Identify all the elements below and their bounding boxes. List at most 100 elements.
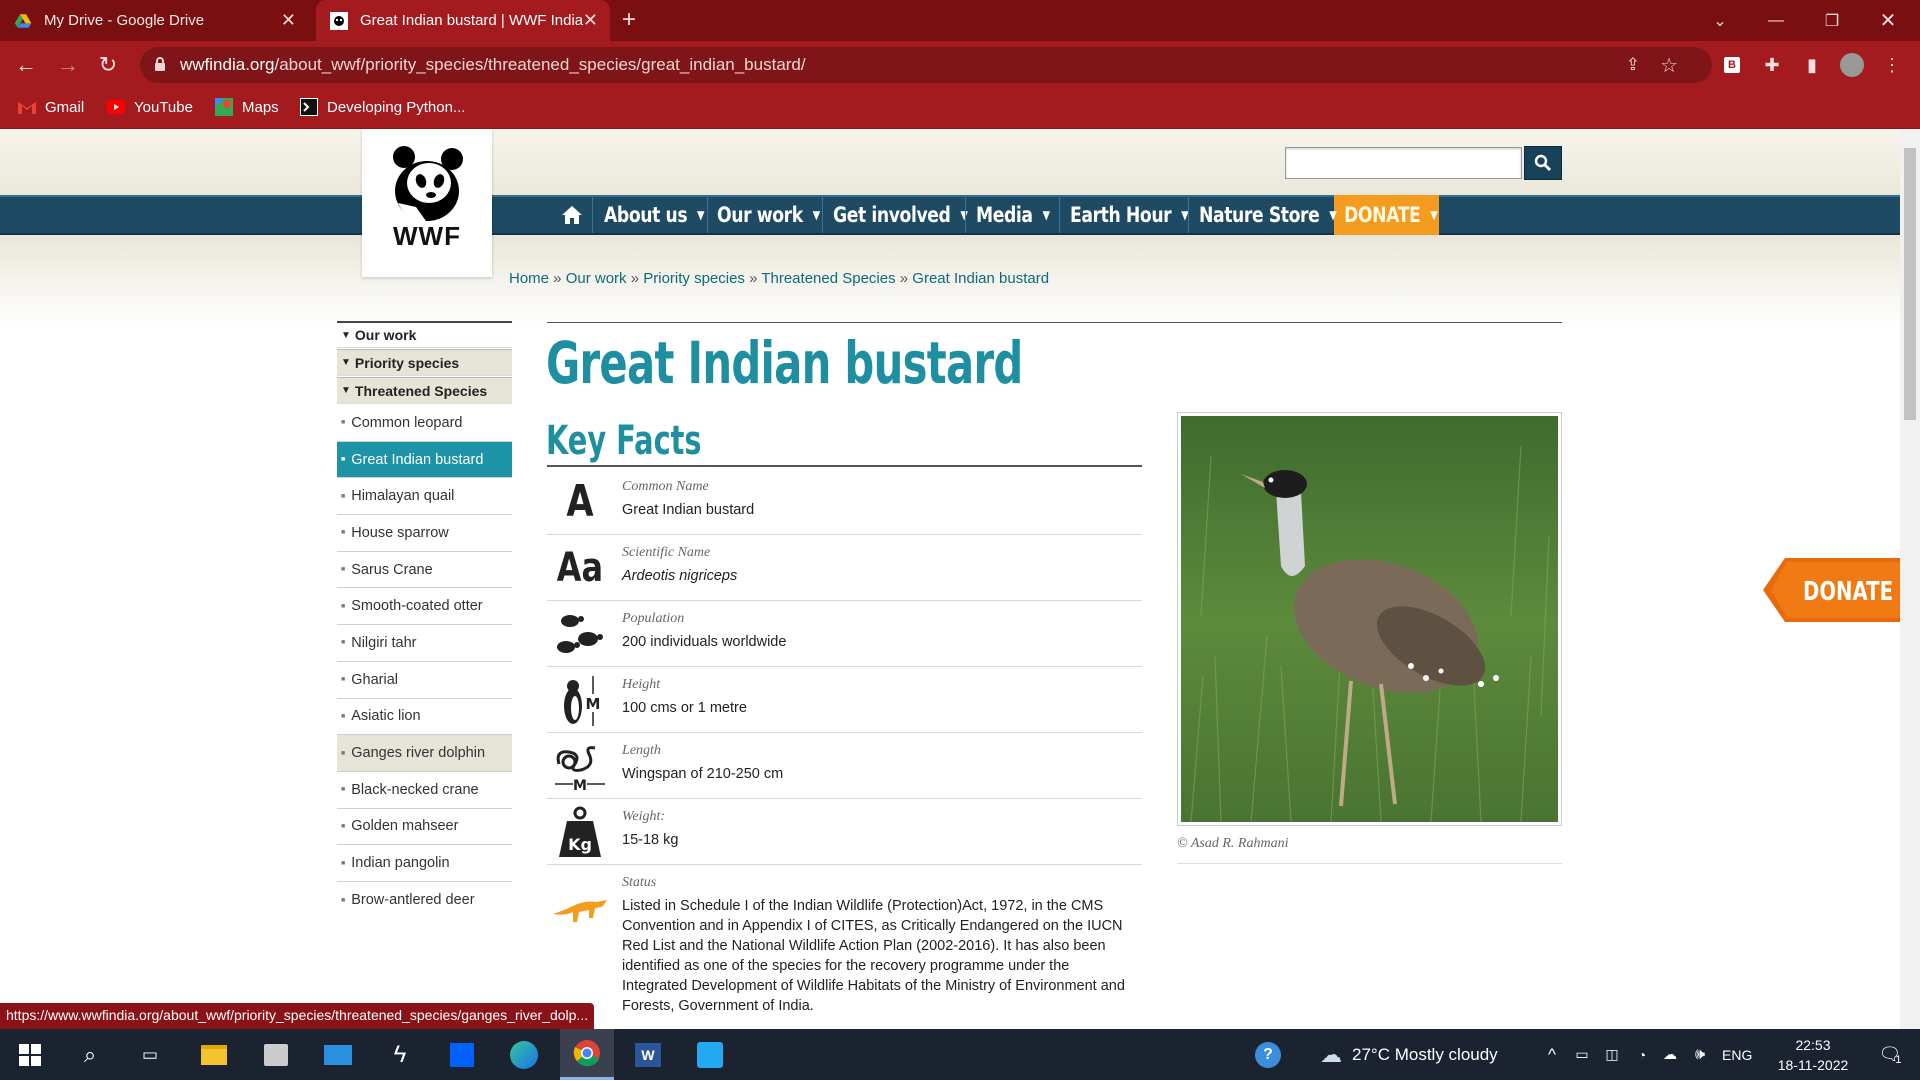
restore-button[interactable]: ❐: [1804, 0, 1860, 41]
caret-down-icon: ▼: [1430, 208, 1438, 222]
sidebar-header-priority-species[interactable]: ▼ Priority species: [337, 349, 512, 376]
breadcrumb-current[interactable]: Great Indian bustard: [912, 270, 1049, 287]
start-button[interactable]: [8, 1029, 52, 1080]
letter-a-icon: A: [566, 476, 594, 527]
lightning-app-icon[interactable]: ϟ: [376, 1029, 424, 1080]
microsoft-store-icon[interactable]: [252, 1029, 300, 1080]
word-icon[interactable]: W: [624, 1029, 672, 1080]
close-tab-icon[interactable]: ✕: [281, 10, 296, 31]
site-search-input[interactable]: [1285, 147, 1522, 179]
sidebar-header-our-work[interactable]: ▼ Our work: [337, 321, 512, 348]
fact-status: Status Listed in Schedule I of the India…: [547, 865, 1142, 1021]
sidebar-item-asiatic-lion[interactable]: ■ Asiatic lion: [337, 699, 512, 736]
sidebar-item-smooth-coated-otter[interactable]: ■ Smooth-coated otter: [337, 588, 512, 626]
close-window-button[interactable]: ✕: [1860, 0, 1916, 41]
forward-button[interactable]: →: [54, 51, 82, 79]
side-donate-button[interactable]: DONATE: [1763, 558, 1900, 622]
web-page: WWF About us ▼ Our work ▼ Get involved ▼ Me…: [0, 129, 1900, 1029]
search-icon[interactable]: ⌕: [68, 1029, 112, 1080]
sidebar-item-himalayan-quail[interactable]: ■ Himalayan quail: [337, 478, 512, 516]
battery-icon[interactable]: ▭: [1570, 1029, 1594, 1080]
bookmark-youtube[interactable]: YouTube: [107, 98, 193, 116]
nav-get-involved[interactable]: Get involved ▼: [833, 195, 968, 235]
nav-our-work[interactable]: Our work ▼: [717, 195, 820, 235]
extensions-puzzle-icon[interactable]: ✚: [1760, 53, 1784, 77]
bookmark-developing-python[interactable]: Developing Python...: [300, 98, 465, 116]
nav-nature-store[interactable]: Nature Store ▼: [1199, 195, 1337, 235]
minimize-button[interactable]: —: [1748, 0, 1804, 41]
search-button[interactable]: [1524, 146, 1562, 180]
sidebar-item-house-sparrow[interactable]: ■ House sparrow: [337, 515, 512, 552]
sidebar-item-great-indian-bustard[interactable]: ■ Great Indian bustard: [337, 441, 512, 479]
sidebar-item-sarus-crane[interactable]: ■ Sarus Crane: [337, 552, 512, 589]
chevron-up-icon[interactable]: ^: [1540, 1029, 1564, 1080]
fact-value: Listed in Schedule I of the Indian Wildl…: [622, 898, 1125, 1014]
address-bar[interactable]: wwfindia.org/about_wwf/priority_species/…: [140, 47, 1712, 83]
side-panel-icon[interactable]: ▮: [1800, 53, 1824, 77]
penguin-height-icon: M: [547, 667, 613, 732]
bookmark-star-icon[interactable]: ☆: [1660, 53, 1678, 78]
weather-widget[interactable]: ☁ 27°C Mostly cloudy: [1320, 1029, 1498, 1080]
sidebar-header-threatened-species[interactable]: ▼ Threatened Species: [337, 377, 512, 404]
bookmark-gmail[interactable]: Gmail: [18, 98, 84, 116]
share-icon[interactable]: ⇪: [1626, 55, 1640, 75]
letters-aa-icon: Aa: [556, 544, 604, 591]
dropbox-icon[interactable]: [438, 1029, 486, 1080]
breadcrumb-home[interactable]: Home: [509, 270, 549, 287]
tab-wwf[interactable]: Great Indian bustard | WWF India ✕: [316, 0, 610, 41]
breadcrumb-our-work[interactable]: Our work: [566, 270, 627, 287]
profile-avatar[interactable]: [1840, 53, 1864, 77]
notifications-icon[interactable]: 🗨 1: [1870, 1029, 1910, 1080]
close-tab-icon[interactable]: ✕: [583, 10, 598, 31]
sidebar-item-golden-mahseer[interactable]: ■ Golden mahseer: [337, 809, 512, 846]
breadcrumb-threatened-species[interactable]: Threatened Species: [761, 270, 895, 287]
panda-favicon-icon: [330, 11, 348, 30]
bustard-photo[interactable]: [1177, 412, 1562, 826]
bookmark-label: Maps: [242, 98, 279, 116]
volume-icon[interactable]: 🕪: [1688, 1029, 1712, 1080]
wwf-logo[interactable]: WWF: [362, 129, 492, 277]
new-tab-button[interactable]: +: [622, 6, 636, 34]
sidebar-item-common-leopard[interactable]: ■ Common leopard: [337, 405, 512, 442]
nav-donate[interactable]: DONATE ▼: [1344, 195, 1438, 235]
svg-text:DONATE: DONATE: [1803, 577, 1893, 607]
nav-media[interactable]: Media ▼: [976, 195, 1050, 235]
edge-icon[interactable]: [500, 1029, 548, 1080]
sidebar-item-ganges-river-dolphin[interactable]: ■ Ganges river dolphin: [337, 735, 512, 772]
tab-google-drive[interactable]: My Drive - Google Drive ✕: [0, 0, 308, 41]
caret-down-icon: ▼: [960, 208, 968, 222]
mail-icon[interactable]: [314, 1029, 362, 1080]
meet-icon[interactable]: ◫: [1600, 1029, 1624, 1080]
reload-button[interactable]: ↻: [94, 51, 122, 79]
sidebar-item-black-necked-crane[interactable]: ■ Black-necked crane: [337, 772, 512, 809]
sidebar-item-nilgiri-tahr[interactable]: ■ Nilgiri tahr: [337, 625, 512, 662]
sidebar-nav: ▼ Our work ▼ Priority species ▼ Threatened …: [337, 321, 512, 919]
nav-earth-hour[interactable]: Earth Hour ▼: [1070, 195, 1189, 235]
chrome-icon[interactable]: [560, 1029, 614, 1080]
clock[interactable]: 22:53 18-11-2022: [1768, 1029, 1858, 1080]
network-icon[interactable]: ◔: [1630, 1029, 1654, 1080]
menu-kebab-icon[interactable]: ⋮: [1880, 53, 1904, 77]
turtles-icon: [547, 601, 613, 666]
tab-search-icon[interactable]: ⌄: [1692, 0, 1748, 41]
help-icon[interactable]: ?: [1250, 1029, 1286, 1080]
sidebar-item-indian-pangolin[interactable]: ■ Indian pangolin: [337, 845, 512, 882]
fact-value: 100 cms or 1 metre: [622, 700, 747, 716]
panda-logo-icon: [393, 146, 463, 222]
onedrive-icon[interactable]: ☁: [1658, 1029, 1682, 1080]
sidebar-item-gharial[interactable]: ■ Gharial: [337, 662, 512, 699]
nav-home-button[interactable]: [552, 195, 592, 235]
back-button[interactable]: ←: [12, 51, 40, 79]
vscode-icon[interactable]: [686, 1029, 734, 1080]
scrollbar-thumb[interactable]: [1904, 148, 1916, 420]
task-view-icon[interactable]: ▭: [128, 1029, 172, 1080]
fact-label: Weight:: [622, 809, 666, 824]
language-indicator[interactable]: ENG: [1722, 1029, 1752, 1080]
breadcrumb-priority-species[interactable]: Priority species: [643, 270, 745, 287]
sidebar-item-brow-antlered-deer[interactable]: ■ Brow-antlered deer: [337, 882, 512, 919]
bookmark-maps[interactable]: Maps: [215, 98, 279, 116]
extension-b-icon[interactable]: B: [1720, 53, 1744, 77]
fact-value: Ardeotis nigriceps: [622, 568, 738, 584]
nav-about-us[interactable]: About us ▼: [604, 195, 705, 235]
file-explorer-icon[interactable]: [190, 1029, 238, 1080]
